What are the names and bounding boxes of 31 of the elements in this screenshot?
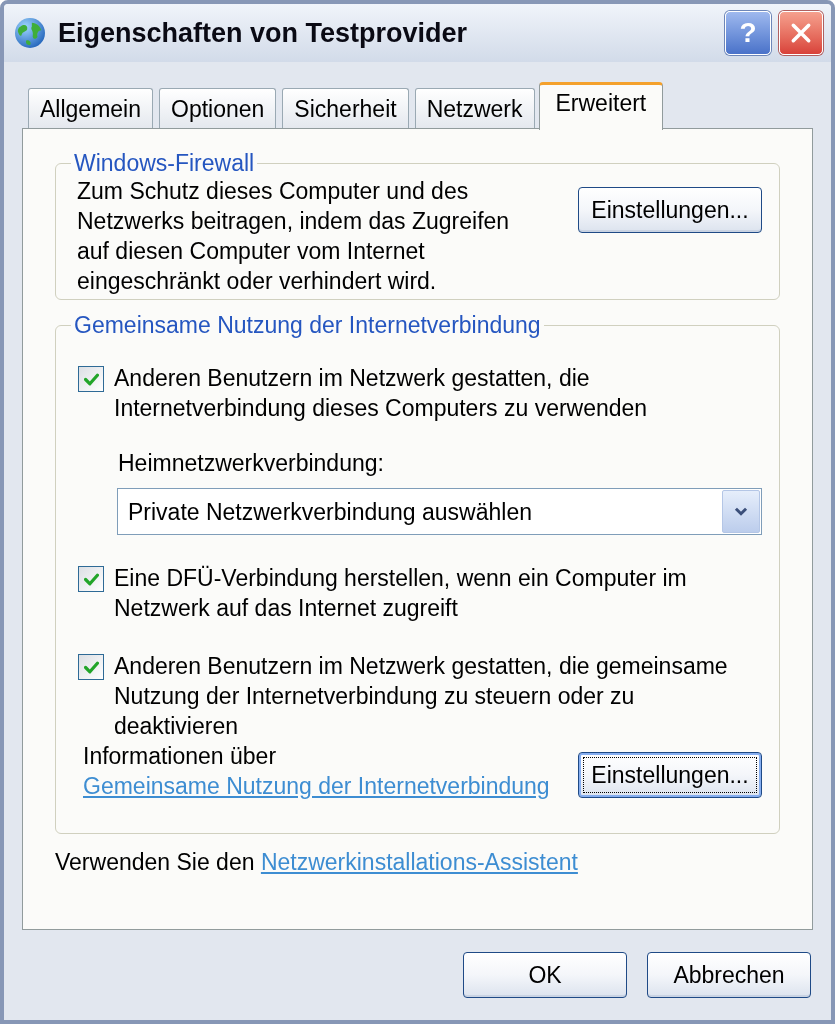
- cancel-button[interactable]: Abbrechen: [647, 952, 811, 998]
- tab[interactable]: Allgemein: [28, 88, 153, 128]
- settings-button[interactable]: Einstellungen...: [578, 187, 762, 233]
- check-icon: [83, 372, 99, 386]
- checkbox[interactable]: [78, 654, 104, 680]
- tab[interactable]: Netzwerk: [414, 88, 535, 128]
- group-title: Gemeinsame Nutzung der Internetverbindung: [73, 312, 542, 338]
- dropdown-label: Heimnetzwerkverbindung:: [118, 449, 385, 478]
- checkbox-label[interactable]: Eine DFÜ-Verbindung herstellen, wenn ein Computer im Netzwerk auf das Internet zugreift: [114, 563, 762, 623]
- check-icon: [83, 572, 99, 586]
- close-icon: [790, 22, 812, 44]
- window-title: Eigenschaften von Testprovider: [58, 17, 468, 50]
- group-title: Windows-Firewall: [73, 150, 256, 176]
- tab[interactable]: Erweitert: [538, 82, 664, 130]
- tab[interactable]: Sicherheit: [282, 88, 409, 128]
- checkbox[interactable]: [78, 366, 104, 392]
- info-text: Informationen über Gemeinsame Nutzung der Internetverbindung: [83, 742, 551, 801]
- firewall-description: Zum Schutz dieses Computer und des Netzwerks beitragen, indem das Zugreifen auf diesen Computer vom Internet eingeschränkt oder verhindert wird.: [77, 177, 511, 296]
- close-button[interactable]: [779, 11, 823, 55]
- ok-button[interactable]: OK: [463, 952, 627, 998]
- checkbox[interactable]: [78, 566, 104, 592]
- checkbox-label[interactable]: Anderen Benutzern im Netzwerk gestatten, die Internetverbindung dieses Computers zu verwenden: [114, 363, 762, 423]
- tab[interactable]: Optionen: [159, 88, 277, 128]
- settings-button[interactable]: Einstellungen...: [578, 752, 762, 798]
- chevron-down-icon: [734, 507, 748, 516]
- dropdown-arrow-button[interactable]: [722, 490, 760, 533]
- network-dropdown[interactable]: Private Netzwerkverbindung auswählen: [117, 488, 762, 535]
- footer-text: Verwenden Sie den Netzwerkinstallations-Assistent: [55, 848, 579, 877]
- check-icon: [83, 660, 99, 674]
- checkbox-label[interactable]: Anderen Benutzern im Netzwerk gestatten, die gemeinsame Nutzung der Internetverbindung zu steuern oder zu deaktivieren: [114, 651, 762, 741]
- globe-icon: [15, 18, 45, 48]
